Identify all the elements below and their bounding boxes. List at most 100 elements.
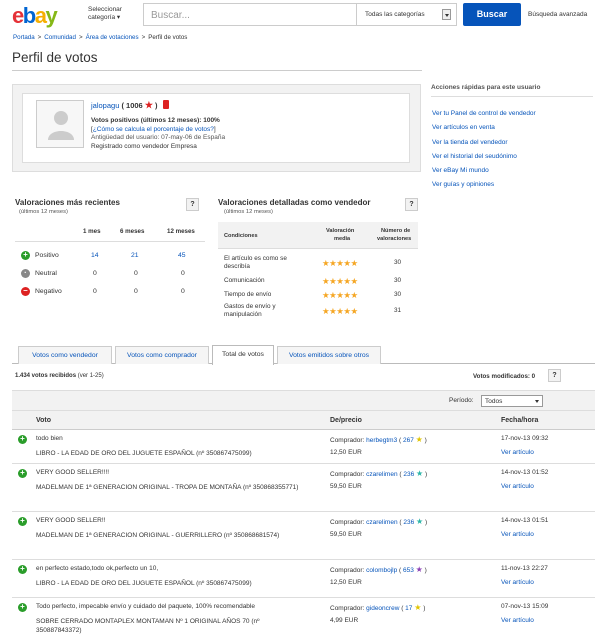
recent-ratings-title: Valoraciones más recientes bbox=[15, 198, 120, 207]
feedback-tabs: Votos como vendedor Votos como comprador… bbox=[12, 344, 595, 365]
view-item-link[interactable]: Ver artículo bbox=[501, 531, 534, 538]
tab-left-for-others[interactable]: Votos emitidos sobre otros bbox=[277, 346, 381, 364]
member-since: Antigüedad del usuario: 07-may-06 de Esp… bbox=[91, 134, 226, 141]
positive-icon bbox=[18, 602, 27, 612]
quick-action-link[interactable]: Ver artículos en venta bbox=[432, 124, 495, 131]
positive-icon bbox=[18, 468, 27, 478]
feedback-date: 07-nov-13 15:09 bbox=[501, 603, 549, 610]
username-link[interactable]: jalopagu bbox=[91, 101, 119, 110]
rating-count: 31 bbox=[394, 307, 402, 314]
buyer-info: Comprador: herbegtm3 ( 267 ★ ) bbox=[330, 435, 427, 444]
positive-percent: Votos positivos (últimos 12 meses): 100% bbox=[91, 117, 220, 124]
rating-count-link[interactable]: 45 bbox=[178, 252, 186, 259]
buyer-link[interactable]: herbegtm3 bbox=[366, 437, 397, 444]
recent-ratings-header: 1 mes 6 meses 12 meses bbox=[15, 222, 205, 242]
buyer-score-link[interactable]: 653 bbox=[403, 567, 414, 574]
column-header: valoraciones bbox=[377, 236, 412, 242]
buyer-link[interactable]: czarelimen bbox=[366, 519, 397, 526]
detailed-ratings-subtitle: (últimos 12 meses) bbox=[224, 209, 273, 215]
star-rating-icon: ★★★★★ bbox=[322, 258, 358, 268]
buyer-score-link[interactable]: 236 bbox=[403, 471, 414, 478]
column-header: 6 meses bbox=[120, 228, 145, 235]
period-select[interactable]: Todos bbox=[481, 395, 543, 407]
rating-label: Neutral bbox=[35, 270, 57, 277]
divider bbox=[12, 70, 422, 71]
view-item-link[interactable]: Ver artículo bbox=[501, 483, 534, 490]
condition-label: Tiempo de envío bbox=[224, 291, 272, 298]
rating-count: 0 bbox=[93, 270, 97, 277]
search-box: Buscar... Todas las categorías bbox=[143, 3, 457, 26]
detailed-ratings-header: Condiciones Valoración media Número de v… bbox=[218, 222, 418, 249]
condition-label: El artículo es como se describía bbox=[224, 255, 287, 270]
tab-buyer[interactable]: Votos como comprador bbox=[115, 346, 209, 364]
feedback-date: 17-nov-13 09:32 bbox=[501, 435, 549, 442]
quick-action-link[interactable]: Ver tu Panel de control de vendedor bbox=[432, 110, 536, 117]
view-item-link[interactable]: Ver artículo bbox=[501, 579, 534, 586]
breadcrumb-separator: > bbox=[141, 34, 146, 41]
quick-action-link[interactable]: Ver eBay Mi mundo bbox=[432, 167, 489, 174]
rating-count: 30 bbox=[394, 291, 402, 298]
power-seller-icon bbox=[162, 100, 169, 109]
quick-action-link[interactable]: Ver guías y opiniones bbox=[432, 181, 494, 188]
tab-seller[interactable]: Votos como vendedor bbox=[18, 346, 112, 364]
tab-total[interactable]: Total de votos bbox=[212, 345, 274, 365]
rating-count: 0 bbox=[181, 270, 185, 277]
chevron-down-icon: ▾ bbox=[116, 14, 121, 21]
how-calculated-link[interactable]: ¿Cómo se calcula el porcentaje de votos? bbox=[93, 126, 214, 133]
feedback-comment: Todo perfecto, impecable envío y cuidado… bbox=[36, 603, 255, 610]
buyer-score-link[interactable]: 236 bbox=[403, 519, 414, 526]
ebay-logo[interactable]: ebay bbox=[12, 3, 58, 29]
column-header: 1 mes bbox=[83, 228, 101, 235]
view-item-link[interactable]: Ver artículo bbox=[501, 617, 534, 624]
rating-count: 30 bbox=[394, 259, 402, 266]
rating-count: 0 bbox=[134, 270, 138, 277]
rating-count-link[interactable]: 21 bbox=[131, 252, 139, 259]
feedback-item: SOBRE CERRADO MONTAPLEX MONTAMAN Nº 1 OR… bbox=[36, 618, 260, 634]
breadcrumb: Portada > Comunidad > Área de votaciones > Per… bbox=[13, 34, 187, 41]
search-button[interactable]: Buscar bbox=[463, 3, 521, 26]
column-header: Número de bbox=[381, 228, 411, 234]
buyer-score-link[interactable]: 267 bbox=[403, 437, 414, 444]
breadcrumb-separator: > bbox=[78, 34, 83, 41]
feedback-item: LIBRO - LA EDAD DE ORO DEL JUGUETE ESPAÑ… bbox=[36, 580, 252, 587]
column-header: Voto bbox=[36, 417, 52, 424]
buyer-info: Comprador: colombojlp ( 653 ★ ) bbox=[330, 565, 427, 574]
help-button[interactable]: ? bbox=[186, 198, 199, 211]
price: 59,50 EUR bbox=[330, 483, 362, 490]
help-button[interactable]: ? bbox=[405, 198, 418, 211]
buyer-link[interactable]: colombojlp bbox=[366, 567, 397, 574]
feedback-comment: VERY GOOD SELLER!! bbox=[36, 517, 106, 524]
breadcrumb-home[interactable]: Portada bbox=[13, 34, 35, 41]
table-row: todo bien LIBRO - LA EDAD DE ORO DEL JUG… bbox=[12, 430, 595, 464]
column-header: De/precio bbox=[330, 417, 362, 424]
advanced-search-link[interactable]: Búsqueda avanzada bbox=[528, 11, 587, 18]
quick-action-link[interactable]: Ver el historial del seudónimo bbox=[432, 153, 517, 160]
view-item-link[interactable]: Ver artículo bbox=[501, 449, 534, 456]
breadcrumb-feedback-area[interactable]: Área de votaciones bbox=[86, 34, 139, 41]
recent-ratings-subtitle: (últimos 12 meses) bbox=[19, 209, 68, 215]
header: ebay Seleccionar categoría ▾ Buscar... To… bbox=[0, 0, 607, 30]
buyer-info: Comprador: czarelimen ( 236 ★ ) bbox=[330, 469, 428, 478]
category-select[interactable]: Todas las categorías bbox=[356, 4, 456, 25]
buyer-link[interactable]: czarelimen bbox=[366, 471, 397, 478]
select-category-menu[interactable]: Seleccionar categoría ▾ bbox=[88, 6, 122, 22]
positive-icon bbox=[18, 434, 27, 444]
condition-label: Gastos de envío y manipulación bbox=[224, 303, 276, 318]
buyer-info: Comprador: gideoncrew ( 17 ★ ) bbox=[330, 603, 426, 612]
buyer-link[interactable]: gideoncrew bbox=[366, 605, 399, 612]
positive-icon bbox=[21, 250, 30, 260]
negative-row: Negativo 0 0 0 bbox=[15, 284, 205, 302]
registration-type: Registrado como vendedor Empresa bbox=[91, 142, 197, 150]
breadcrumb-community[interactable]: Comunidad bbox=[44, 34, 76, 41]
price: 12,50 EUR bbox=[330, 579, 362, 586]
quick-action-link[interactable]: Ver la tienda del vendedor bbox=[432, 139, 508, 146]
positive-icon bbox=[18, 516, 27, 526]
star-rating-icon: ★★★★★ bbox=[322, 290, 358, 300]
avatar bbox=[36, 100, 84, 148]
feedback-comment: en perfecto estado,todo ok,perfecto un 1… bbox=[36, 565, 159, 572]
help-button[interactable]: ? bbox=[548, 369, 561, 382]
search-input[interactable]: Buscar... bbox=[151, 10, 190, 21]
buyer-score-link[interactable]: 17 bbox=[405, 605, 412, 612]
rating-count-link[interactable]: 14 bbox=[91, 252, 99, 259]
yellow-star-icon: ★ bbox=[414, 603, 422, 612]
